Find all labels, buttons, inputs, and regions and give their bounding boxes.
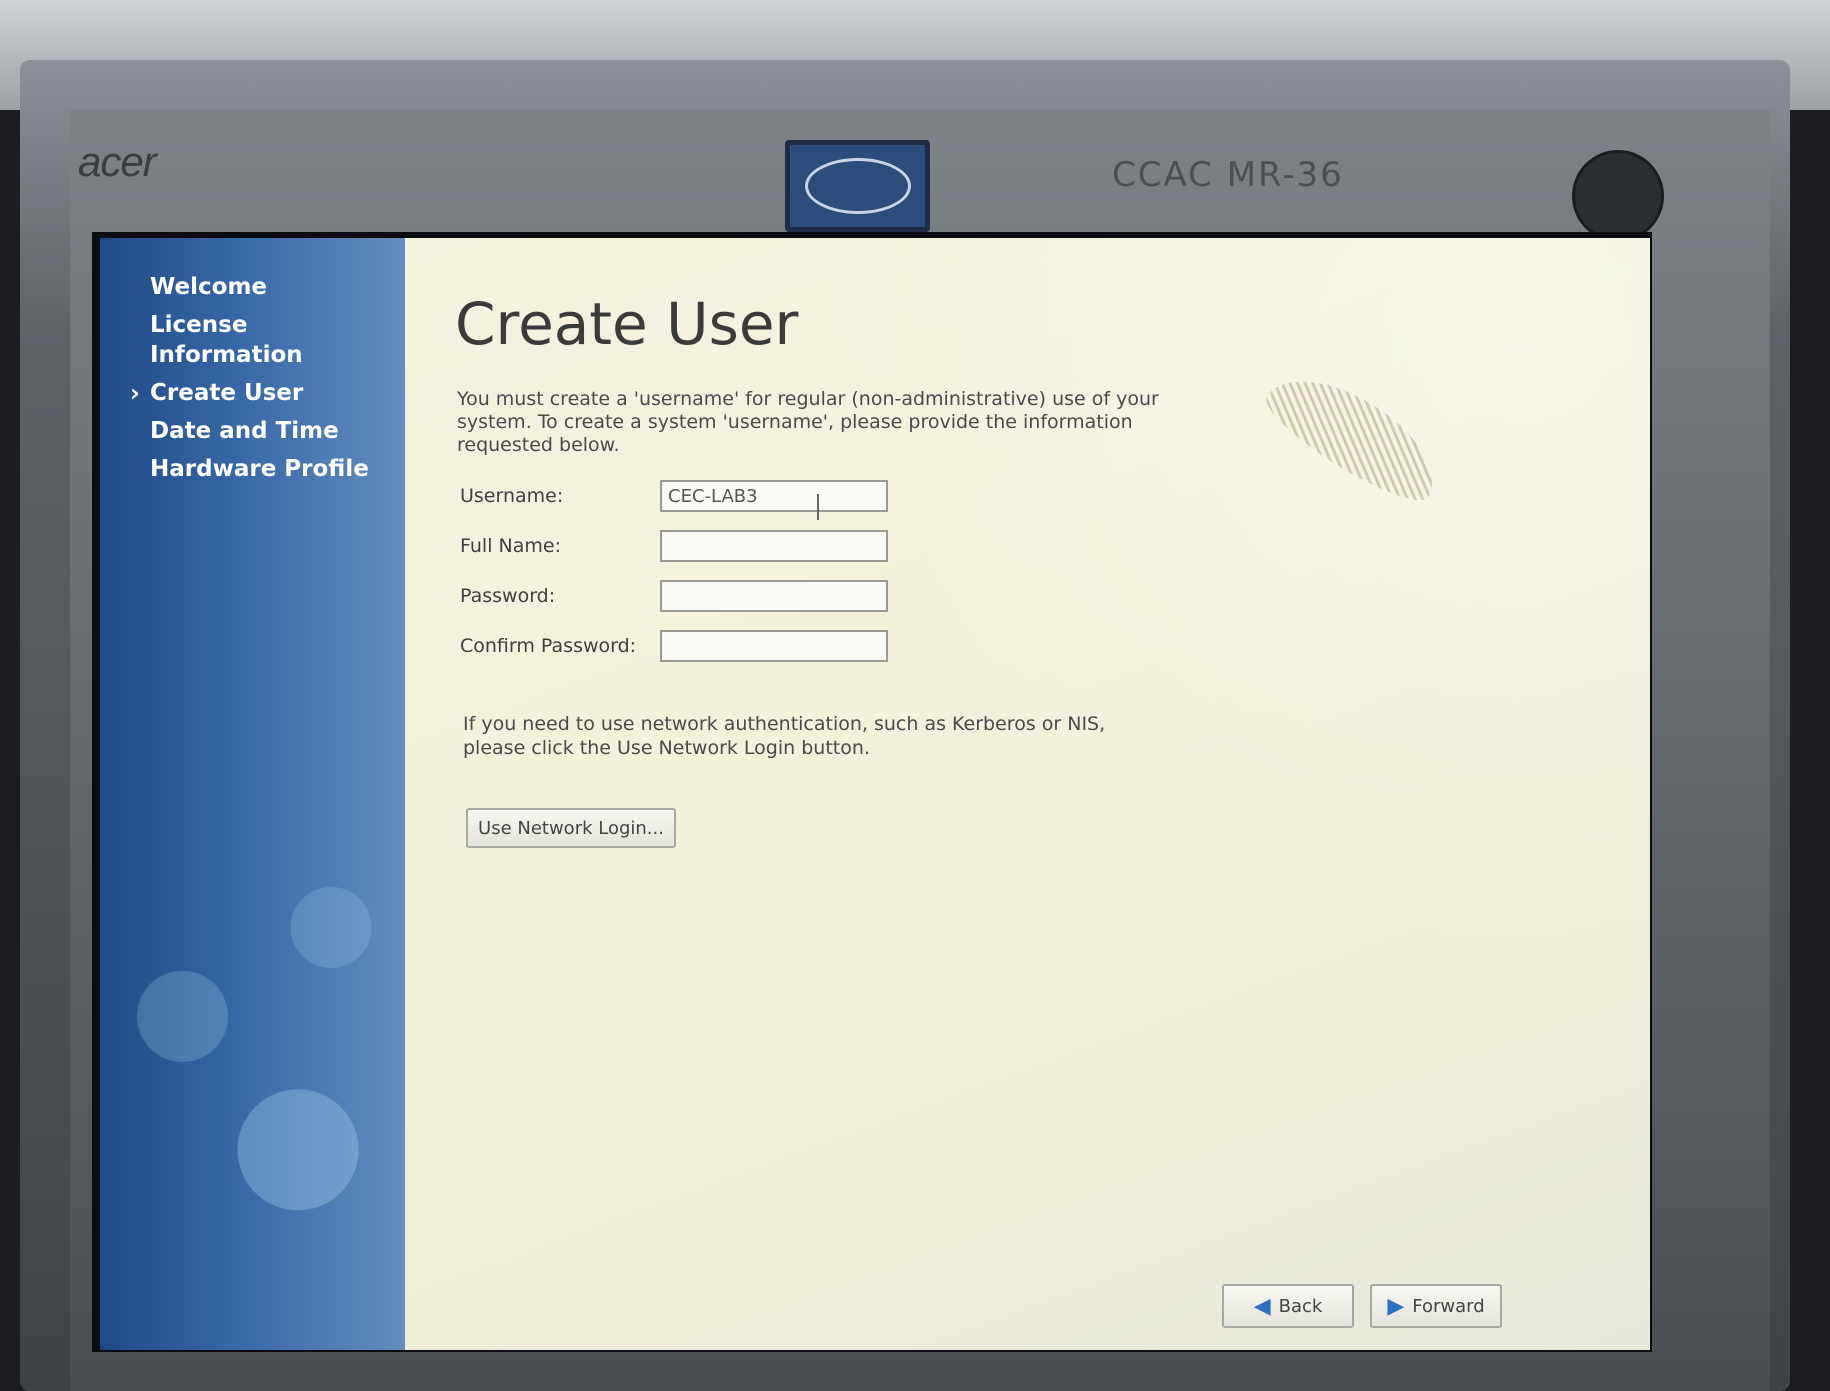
back-button[interactable]: ◀ Back	[1222, 1284, 1354, 1328]
power-button[interactable]	[1572, 150, 1664, 242]
full-name-row: Full Name:	[460, 530, 888, 562]
password-label: Password:	[460, 585, 556, 607]
full-name-label: Full Name:	[460, 535, 561, 557]
sticker-logo-icon	[804, 158, 911, 214]
sidebar-nav: Welcome License Information Create User …	[130, 272, 400, 492]
forward-button[interactable]: ▶ Forward	[1370, 1284, 1502, 1328]
sidebar-item-welcome: Welcome	[150, 274, 268, 300]
forward-button-label: Forward	[1412, 1295, 1485, 1317]
monitor-brand-logo: acer	[78, 138, 157, 185]
monitor-sticker	[785, 140, 930, 232]
text-cursor-icon	[817, 494, 819, 520]
sidebar-item-date-and-time: Date and Time	[150, 418, 339, 444]
sidebar-item-create-user: Create User	[130, 378, 400, 408]
sidebar-item-license-information: License Information	[150, 312, 303, 368]
username-row: Username:	[460, 480, 888, 512]
confirm-password-label: Confirm Password:	[460, 635, 637, 657]
password-field[interactable]	[660, 580, 888, 612]
confirm-password-field[interactable]	[660, 630, 888, 662]
network-auth-note: If you need to use network authenticatio…	[463, 713, 1106, 759]
intro-text: You must create a 'username' for regular…	[457, 388, 1159, 456]
sidebar-item-hardware-profile: Hardware Profile	[150, 456, 369, 482]
username-field[interactable]	[660, 480, 888, 512]
arrow-left-icon: ◀	[1253, 1293, 1271, 1319]
password-row: Password:	[460, 580, 888, 612]
confirm-password-row: Confirm Password:	[460, 630, 888, 662]
page-title: Create User	[455, 290, 799, 358]
back-button-label: Back	[1278, 1295, 1323, 1317]
username-label: Username:	[460, 485, 564, 507]
marker-note: CCAC MR-36	[1112, 155, 1344, 195]
full-name-field[interactable]	[660, 530, 888, 562]
arrow-right-icon: ▶	[1387, 1293, 1405, 1319]
use-network-login-button[interactable]: Use Network Login...	[466, 808, 676, 848]
